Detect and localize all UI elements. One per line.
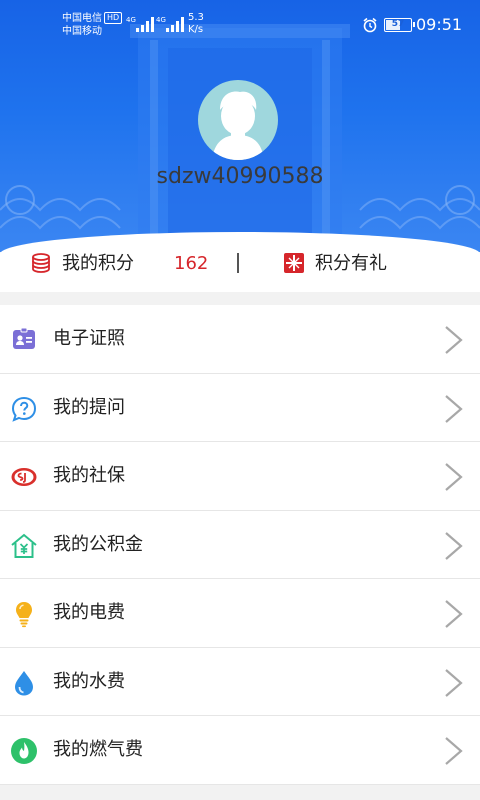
coins-icon: [32, 253, 50, 273]
status-bar: 中国电信 HD 中国移动 4G 4G 5.3 K/s 57 09:51: [0, 0, 480, 48]
chevron-right-icon: [445, 600, 463, 628]
menu-item-label: 我的电费: [53, 602, 125, 623]
carrier-2-name: 中国移动: [62, 26, 102, 37]
battery-icon: 57: [384, 18, 415, 32]
lightbulb-icon: [16, 602, 32, 628]
housing-fund-icon: [11, 533, 37, 558]
chevron-right-icon: [445, 463, 463, 491]
status-time: 09:51: [416, 15, 463, 34]
svg-text:4G: 4G: [126, 16, 136, 24]
water-drop-icon: [15, 670, 33, 695]
carrier-info: 中国电信 HD 中国移动: [62, 12, 123, 38]
chevron-right-icon: [445, 394, 463, 423]
username: sdzw40990588: [156, 164, 324, 189]
my-points-value[interactable]: 162: [174, 251, 208, 277]
chevron-right-icon: [445, 531, 463, 560]
hd-badge: HD: [104, 12, 123, 24]
menu-item-label: 我的公积金: [53, 533, 143, 555]
carrier-1-name: 中国电信: [62, 13, 102, 24]
signal-strength-1-icon: 4G: [126, 16, 154, 32]
menu-item-electricity-bill[interactable]: 我的电费: [0, 579, 480, 648]
network-speed-unit: K/s: [188, 24, 204, 35]
menu-item-e-license[interactable]: 电子证照: [0, 305, 480, 374]
chevron-right-icon: [445, 326, 463, 354]
menu-item-housing-fund[interactable]: 我的公积金: [0, 511, 480, 579]
chevron-right-icon: [445, 737, 463, 765]
menu-item-gas-bill[interactable]: 我的燃气费: [0, 716, 480, 785]
profile-header: 中国电信 HD 中国移动 4G 4G 5.3 K/s 57 09:51 sdzw…: [0, 0, 480, 252]
svg-text:4G: 4G: [156, 16, 166, 24]
chevron-right-icon: [445, 668, 463, 697]
network-speed: 5.3 K/s: [188, 12, 204, 36]
menu-item-label: 我的燃气费: [53, 739, 143, 760]
gift-icon: [284, 253, 304, 273]
battery-level: 57: [391, 19, 405, 29]
question-bubble-icon: [11, 396, 37, 422]
points-gifts-link[interactable]: 积分有礼: [315, 251, 387, 277]
service-menu: 电子证照 我的提问 我的社保 我的公积金 我的电费 我的水费 我的燃气费: [0, 305, 480, 785]
avatar[interactable]: [198, 80, 278, 160]
menu-item-social-security[interactable]: 我的社保: [0, 442, 480, 511]
id-card-icon: [13, 327, 35, 349]
social-security-icon: [11, 468, 37, 486]
menu-item-label: 我的社保: [53, 465, 125, 486]
my-points-label[interactable]: 我的积分: [62, 251, 134, 277]
signal-strength-2-icon: 4G: [156, 16, 184, 32]
menu-item-label: 我的水费: [53, 670, 125, 692]
menu-item-water-bill[interactable]: 我的水费: [0, 648, 480, 716]
menu-item-my-questions[interactable]: 我的提问: [0, 374, 480, 442]
menu-item-label: 我的提问: [53, 396, 125, 418]
menu-item-label: 电子证照: [53, 328, 125, 349]
default-avatar-icon: [212, 91, 264, 160]
points-divider: [237, 253, 239, 273]
network-speed-value: 5.3: [188, 12, 204, 23]
alarm-clock-icon: [363, 17, 377, 33]
gas-flame-icon: [11, 738, 37, 764]
